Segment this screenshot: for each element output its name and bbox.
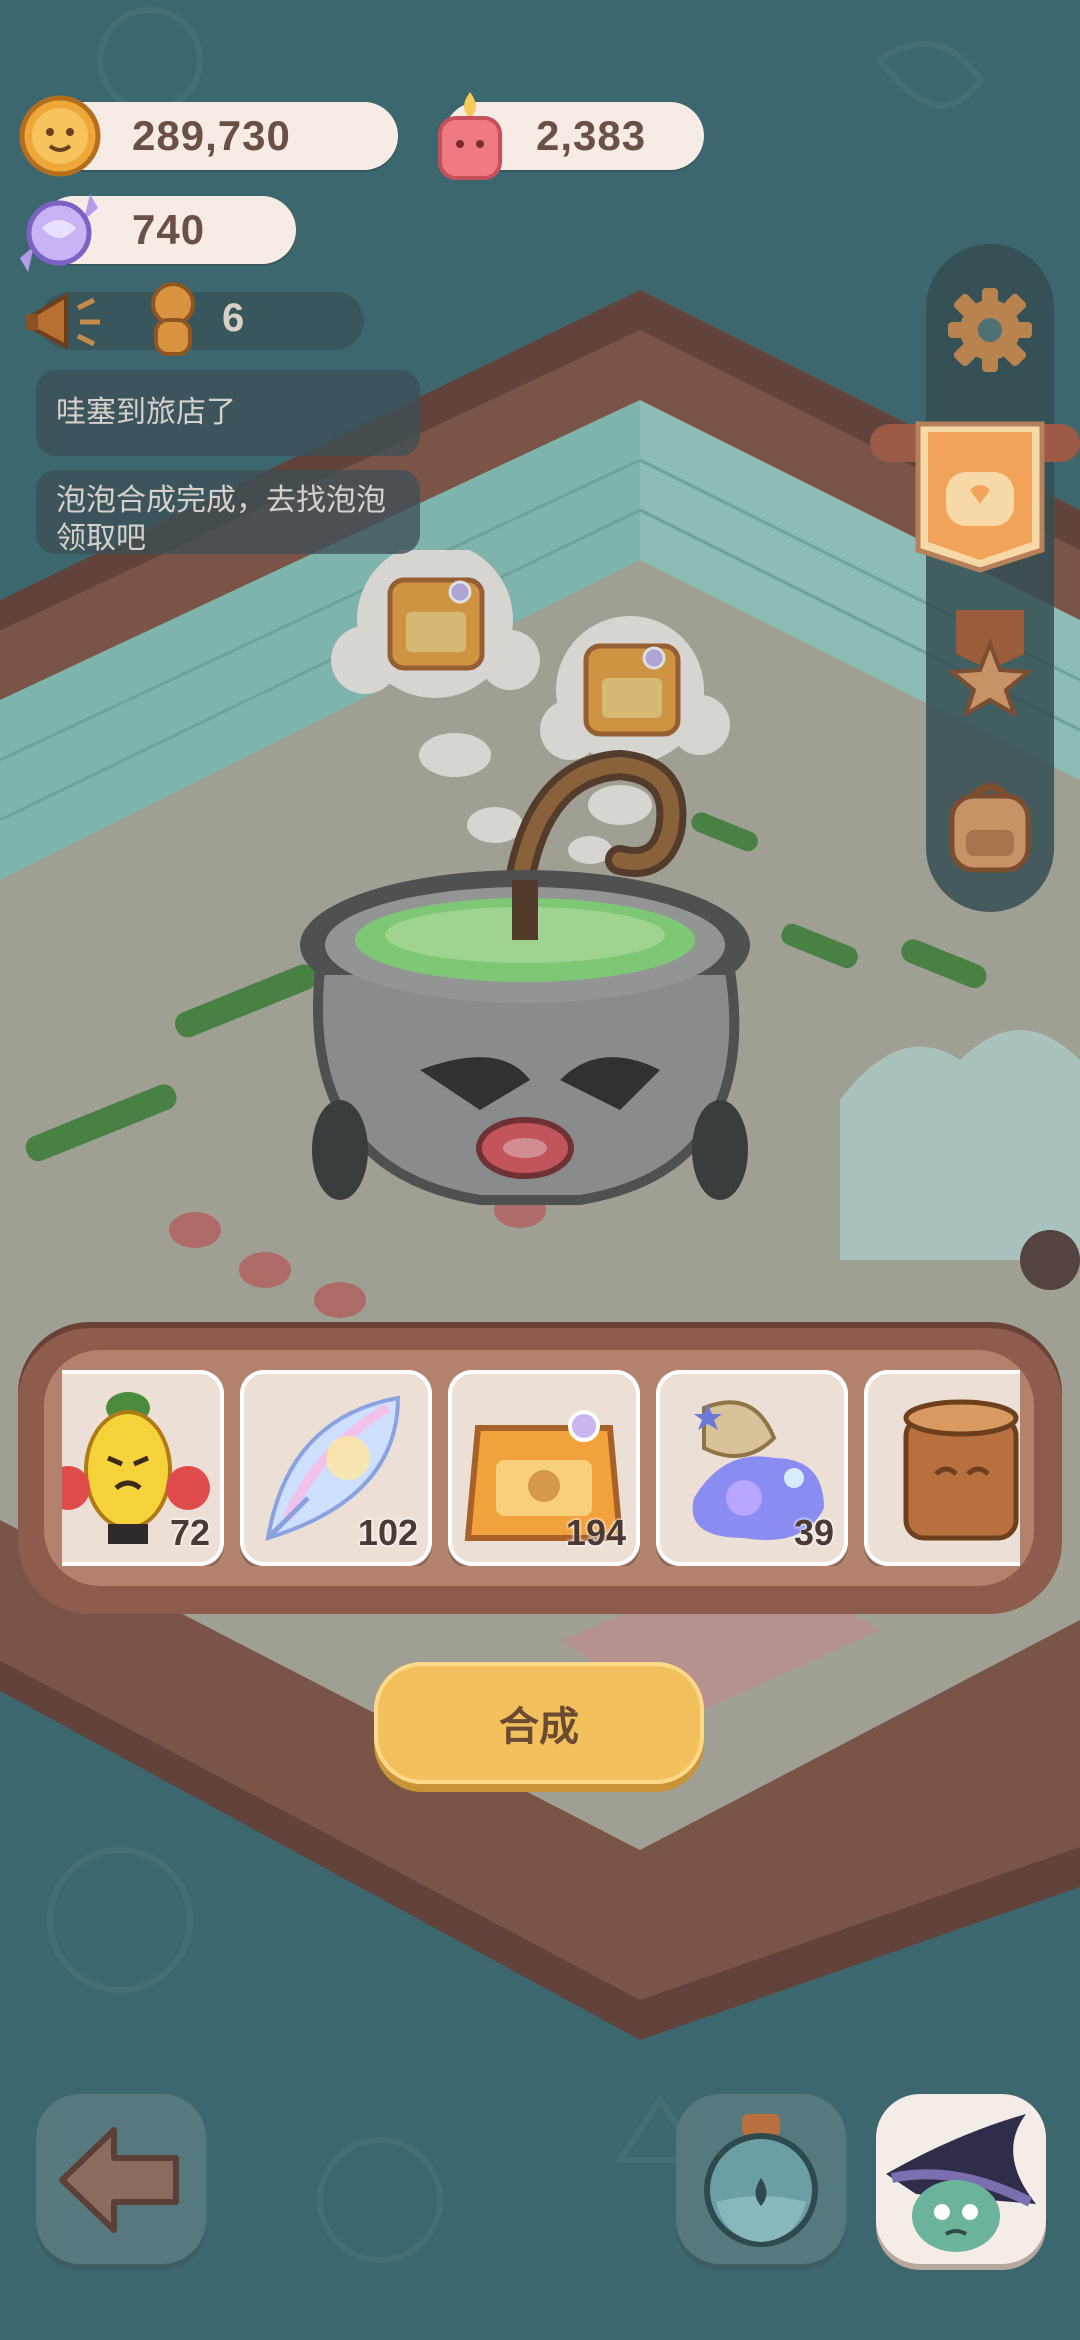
item-slot[interactable]: 4 — [864, 1370, 1020, 1566]
gem-count: 740 — [132, 206, 206, 253]
candle-icon — [438, 92, 502, 180]
cauldron-badge-icon[interactable] — [910, 420, 1050, 578]
item-slot[interactable]: 39 — [656, 1370, 848, 1566]
gear-icon[interactable] — [944, 284, 1036, 376]
megaphone-icon[interactable] — [22, 282, 108, 360]
potion-icon — [704, 2114, 818, 2247]
item-quantity: 102 — [357, 1512, 418, 1553]
cookie-coin-icon — [19, 95, 101, 177]
notice-message: 哇塞到旅店了 — [36, 370, 420, 456]
potion-button[interactable] — [676, 2094, 846, 2264]
witch-button[interactable] — [876, 2094, 1046, 2264]
gingerbread-icon — [151, 282, 195, 356]
item-quantity: 194 — [565, 1512, 626, 1553]
medal-icon[interactable] — [944, 604, 1036, 716]
notice-message: 泡泡合成完成，去找泡泡领取吧 — [36, 470, 420, 556]
tree-stump-icon — [903, 1399, 1019, 1541]
witch-icon — [886, 2114, 1036, 2252]
item-quantity: 39 — [793, 1512, 834, 1553]
back-button[interactable] — [36, 2094, 206, 2264]
backpack-icon[interactable] — [944, 776, 1036, 876]
item-list[interactable]: 72 102 194 39 — [62, 1370, 1020, 1566]
item-slot[interactable]: 194 — [448, 1370, 640, 1566]
guest-count: 6 — [222, 296, 245, 340]
candle-count: 2,383 — [536, 112, 647, 159]
item-quantity: 72 — [169, 1512, 210, 1553]
item-slot[interactable]: 102 — [240, 1370, 432, 1566]
item-slot[interactable]: 72 — [62, 1370, 224, 1566]
synthesize-button[interactable]: 合成 — [374, 1662, 704, 1784]
cookie-count: 289,730 — [132, 112, 291, 159]
candy-gem-icon — [20, 194, 98, 272]
back-arrow-icon — [59, 2127, 179, 2233]
